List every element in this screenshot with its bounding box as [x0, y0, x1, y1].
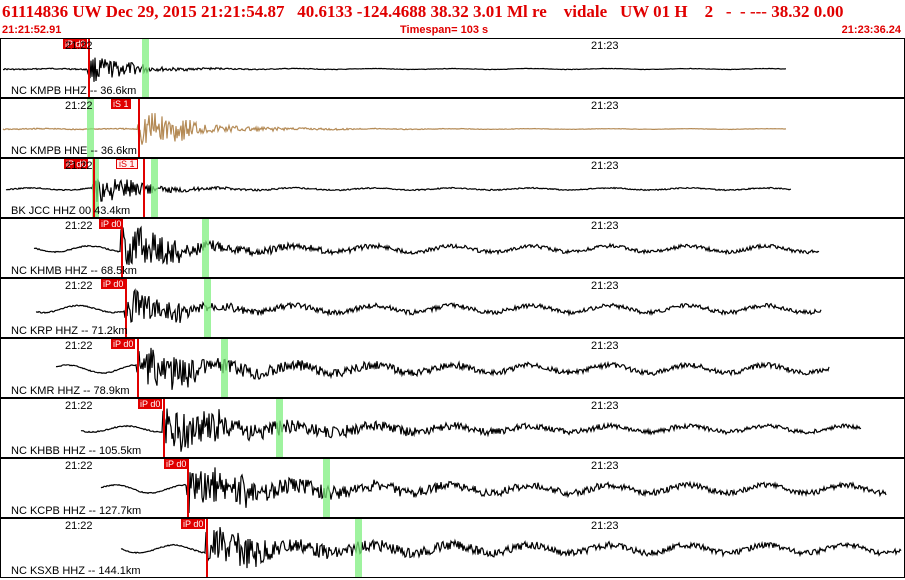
s-window-marker: [204, 279, 211, 337]
p-pick-flag[interactable]: iP d0: [138, 399, 163, 409]
s-pick-line[interactable]: [143, 159, 145, 217]
s-window-marker: [221, 339, 228, 397]
waveform-line: [120, 527, 902, 569]
time-tick-label: 21:23: [591, 520, 619, 532]
p-pick-flag[interactable]: iP d0: [99, 219, 124, 229]
time-tick-label: 21:23: [591, 340, 619, 352]
waveform-panel[interactable]: iP d0 21:22 21:23 NC KHMB HHZ -- 68.5km: [0, 218, 905, 278]
time-tick-label: 21:22: [65, 400, 93, 412]
waveform-panel-stack: iP d0 21:22 21:23 NC KMPB HHZ -- 36.6km …: [0, 38, 905, 580]
s-window-marker: [323, 459, 330, 517]
time-tick-label: 21:22: [65, 160, 93, 172]
p-pick-line[interactable]: [137, 339, 139, 397]
waveform-line: [80, 408, 862, 452]
waveform-panel[interactable]: iP d0 21:22 21:23 NC KMPB HHZ -- 36.6km: [0, 38, 905, 98]
channel-label: NC KHMB HHZ -- 68.5km: [11, 265, 137, 277]
p-pick-flag[interactable]: iP d0: [181, 519, 206, 529]
channel-label: NC KMPB HNE -- 36.6km: [11, 145, 137, 157]
s-window-marker: [355, 519, 362, 577]
waveform-line: [35, 288, 822, 323]
channel-label: NC KSXB HHZ -- 144.1km: [11, 565, 141, 577]
waveform-panel[interactable]: iP d0 21:22 21:23 NC KCPB HHZ -- 127.7km: [0, 458, 905, 518]
waveform-line: [2, 113, 787, 145]
time-tick-label: 21:23: [591, 220, 619, 232]
p-pick-line[interactable]: [206, 519, 208, 577]
p-pick-flag[interactable]: iP d0: [111, 339, 136, 349]
s-window-marker: [276, 399, 283, 457]
time-tick-label: 21:22: [65, 220, 93, 232]
time-tick-label: 21:22: [65, 340, 93, 352]
s-window-marker: [142, 39, 149, 97]
time-tick-label: 21:23: [591, 280, 619, 292]
time-tick-label: 21:23: [591, 400, 619, 412]
channel-label: NC KHBB HHZ -- 105.5km: [11, 445, 142, 457]
time-tick-label: 21:23: [591, 40, 619, 52]
channel-label: NC KCPB HHZ -- 127.7km: [11, 505, 142, 517]
waveform-panel[interactable]: iP d0 21:22 21:23 NC KHBB HHZ -- 105.5km: [0, 398, 905, 458]
p-pick-line[interactable]: [163, 399, 165, 457]
time-tick-label: 21:22: [65, 40, 93, 52]
time-tick-label: 21:22: [65, 100, 93, 112]
waveform-panel[interactable]: iP d0 21:22 21:23 NC KRP HHZ -- 71.2km: [0, 278, 905, 338]
start-time-label: 21:21:52.91: [2, 24, 62, 36]
timespan-label: Timespan= 103 s: [400, 24, 489, 36]
waveform-panel[interactable]: iP d0 21:22 21:23 NC KSXB HHZ -- 144.1km: [0, 518, 905, 578]
s-window-marker: [151, 159, 158, 217]
waveform-line: [55, 347, 830, 390]
waveform-panel[interactable]: iS 1 21:22 21:23 NC KMPB HNE -- 36.6km: [0, 98, 905, 158]
waveform-line: [100, 467, 887, 514]
channel-label: NC KMR HHZ -- 78.9km: [11, 385, 130, 397]
time-tick-label: 21:23: [591, 160, 619, 172]
p-pick-flag[interactable]: iP d0: [164, 459, 189, 469]
p-pick-flag[interactable]: iP d0: [101, 279, 126, 289]
seismogram-trace: [2, 57, 787, 82]
channel-label: NC KRP HHZ -- 71.2km: [11, 325, 128, 337]
channel-label: BK JCC HHZ 00 43.4km: [11, 205, 131, 217]
waveform-panel[interactable]: iP d0 21:22 21:23 NC KMR HHZ -- 78.9km: [0, 338, 905, 398]
channel-label: NC KMPB HHZ -- 36.6km: [11, 85, 137, 97]
waveform-line: [33, 225, 820, 266]
waveform-panel[interactable]: iP d0 iS 1 21:22 21:23 BK JCC HHZ 00 43.…: [0, 158, 905, 218]
s-pick-flag[interactable]: iS 1: [111, 99, 131, 109]
time-tick-label: 21:22: [65, 460, 93, 472]
time-tick-label: 21:23: [591, 100, 619, 112]
waveform-line: [2, 57, 787, 82]
end-time-label: 21:23:36.24: [841, 24, 901, 36]
waveform-line: [5, 178, 792, 202]
s-pick-line[interactable]: [138, 99, 140, 157]
s-pick-flag[interactable]: iS 1: [116, 159, 138, 169]
time-tick-label: 21:23: [591, 460, 619, 472]
time-tick-label: 21:22: [65, 280, 93, 292]
event-summary-title: 61114836 UW Dec 29, 2015 21:21:54.87 40.…: [2, 2, 844, 21]
s-window-marker: [202, 219, 209, 277]
time-tick-label: 21:22: [65, 520, 93, 532]
event-header: 61114836 UW Dec 29, 2015 21:21:54.87 40.…: [0, 0, 905, 38]
seismogram-trace: [35, 288, 822, 323]
